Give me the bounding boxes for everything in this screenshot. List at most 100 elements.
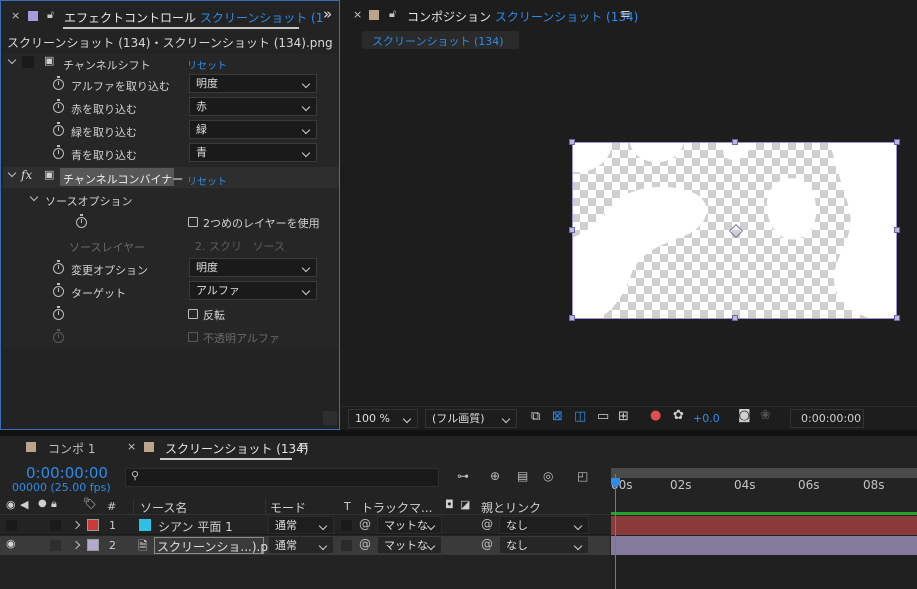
transform-handle[interactable] xyxy=(732,315,738,321)
preserve-transparency-box[interactable] xyxy=(341,540,352,551)
blend-mode-dropdown[interactable]: 通常 xyxy=(268,536,334,554)
stopwatch-icon[interactable] xyxy=(53,122,64,136)
change-option-dropdown[interactable]: 明度 xyxy=(189,258,317,277)
panel-overflow-icon[interactable]: » xyxy=(323,5,332,23)
current-time-display[interactable]: 0:00:00:00 xyxy=(26,464,108,482)
lock-icon[interactable]: 🔓︎ xyxy=(389,7,396,21)
col-track-matte[interactable]: トラックマ... xyxy=(361,499,432,516)
stopwatch-icon xyxy=(53,329,64,343)
red-source-dropdown[interactable]: 赤 xyxy=(189,97,317,116)
col-mode[interactable]: モード xyxy=(270,499,306,516)
motion-blur-icon[interactable]: ◎ xyxy=(543,469,553,483)
blend-mode-dropdown[interactable]: 通常 xyxy=(268,516,334,534)
transform-handle[interactable] xyxy=(569,139,575,145)
stopwatch-icon[interactable] xyxy=(76,214,87,228)
layer-duration-bar[interactable] xyxy=(611,536,917,555)
comp-mini-flowchart-icon[interactable]: ⊶ xyxy=(457,469,469,483)
visibility-toggle[interactable] xyxy=(6,520,17,531)
timeline-tab-screenshot[interactable]: スクリーンショット (134) xyxy=(165,440,308,457)
grid-guides-icon[interactable]: ⊞ xyxy=(618,409,629,424)
draft-3d-icon[interactable]: ⊕ xyxy=(490,469,500,483)
panel-menu-icon[interactable]: ≡ xyxy=(298,439,309,454)
stopwatch-icon[interactable] xyxy=(53,145,64,159)
panel-scrollbar[interactable] xyxy=(323,411,337,425)
layer-label-color[interactable] xyxy=(87,539,99,551)
graph-editor-icon[interactable]: ◰ xyxy=(577,469,588,483)
preserve-transparency-box[interactable] xyxy=(341,520,352,531)
layer-search-input[interactable] xyxy=(125,468,439,487)
transform-handle[interactable] xyxy=(569,227,575,233)
transform-handle[interactable] xyxy=(894,227,900,233)
exposure-value[interactable]: +0.0 xyxy=(693,412,720,425)
work-area-bar[interactable] xyxy=(611,468,917,478)
stopwatch-icon[interactable] xyxy=(53,260,64,274)
use-second-layer-checkbox[interactable] xyxy=(188,217,198,227)
pickwhip-icon[interactable]: @ xyxy=(359,537,371,551)
layer-label-color[interactable] xyxy=(87,519,99,531)
exposure-reset-icon[interactable]: ✿ xyxy=(673,408,684,423)
col-source-name[interactable]: ソース名 xyxy=(140,499,187,516)
target-dropdown[interactable]: アルファ xyxy=(189,281,317,300)
blue-source-dropdown[interactable]: 青 xyxy=(189,143,317,162)
audio-column-icon[interactable]: ◀ xyxy=(20,498,28,511)
visibility-column-icon[interactable]: ◉ xyxy=(6,498,16,511)
parent-pickwhip-icon[interactable]: @ xyxy=(481,537,493,551)
fx-toggle-box[interactable] xyxy=(22,56,34,68)
resolution-dropdown[interactable]: (フル画質) xyxy=(425,409,517,428)
comp-tab-title[interactable]: コンポジション スクリーンショット (134) xyxy=(407,8,638,25)
show-snapshot-icon[interactable]: ❀ xyxy=(760,408,771,423)
use-second-layer-label: 2つめのレイヤーを使用 xyxy=(203,217,320,230)
viewer-timecode: 0:00:00:00 xyxy=(801,412,862,425)
snapshot-camera-icon[interactable]: ◙ xyxy=(738,408,751,423)
frame-info: 00000 (25.00 fps) xyxy=(12,481,111,494)
solo-toggle[interactable] xyxy=(50,520,61,531)
alpha-source-dropdown[interactable]: 明度 xyxy=(189,74,317,93)
lock-column-icon[interactable]: 🔒︎ xyxy=(51,497,57,511)
label-column-icon[interactable]: 🏷︎ xyxy=(83,497,97,510)
fx-toggle[interactable]: fx xyxy=(21,168,32,182)
stopwatch-icon[interactable] xyxy=(53,306,64,320)
effect-tab-title[interactable]: エフェクトコントロール スクリーンショット (1 xyxy=(64,9,323,26)
channel-color-icon[interactable]: ● xyxy=(650,408,661,423)
transparency-grid-icon[interactable]: ⊠ xyxy=(552,409,563,424)
region-of-interest-icon[interactable]: ▭ xyxy=(597,409,609,424)
parent-dropdown[interactable]: なし xyxy=(499,516,589,534)
parent-dropdown[interactable]: なし xyxy=(499,536,589,554)
solo-column-icon[interactable]: ● xyxy=(38,498,47,509)
track-matte-dropdown[interactable]: マットな xyxy=(377,536,442,554)
col-parent-link[interactable]: 親とリンク xyxy=(481,499,541,516)
green-source-dropdown[interactable]: 緑 xyxy=(189,120,317,139)
timeline-tab-comp1[interactable]: コンポ 1 xyxy=(48,440,95,457)
ruler-tick: 08s xyxy=(863,478,885,492)
shy-layers-icon[interactable]: ▤ xyxy=(517,469,528,483)
solo-toggle[interactable] xyxy=(50,540,61,551)
channel-combiner-reset[interactable]: リセット xyxy=(187,173,227,188)
pickwhip-icon[interactable]: @ xyxy=(359,517,371,531)
mask-visibility-icon[interactable]: ◫ xyxy=(574,409,586,424)
effect-icon: ▣ xyxy=(44,168,55,181)
layer-duration-bar[interactable] xyxy=(611,516,917,535)
channel-shift-reset[interactable]: リセット xyxy=(187,57,227,72)
tab-close-icon[interactable]: × xyxy=(353,8,362,21)
parent-pickwhip-icon[interactable]: @ xyxy=(481,517,493,531)
stopwatch-icon[interactable] xyxy=(53,283,64,297)
zoom-dropdown[interactable]: 100 % xyxy=(348,409,418,428)
transform-handle[interactable] xyxy=(569,315,575,321)
snapshot-region-icon[interactable]: ⧉ xyxy=(531,409,540,424)
playhead-line[interactable] xyxy=(615,474,616,589)
layer-name[interactable]: シアン 平面 1 xyxy=(158,518,233,535)
track-matte-dropdown[interactable]: マットな xyxy=(377,516,442,534)
prop-label: 緑を取り込む xyxy=(71,126,137,139)
active-tab-underline xyxy=(63,27,299,29)
lock-icon[interactable]: 🔓︎ xyxy=(47,8,54,22)
transform-handle[interactable] xyxy=(894,315,900,321)
invert-checkbox[interactable] xyxy=(188,309,198,319)
transform-handle[interactable] xyxy=(894,139,900,145)
panel-menu-icon[interactable]: ≡ xyxy=(620,7,631,22)
stopwatch-icon[interactable] xyxy=(53,99,64,113)
stopwatch-icon[interactable] xyxy=(53,76,64,90)
tab-close-icon[interactable]: × xyxy=(127,440,136,453)
transform-handle[interactable] xyxy=(732,139,738,145)
visibility-eye-icon[interactable]: ◉ xyxy=(6,537,16,550)
tab-close-icon[interactable]: × xyxy=(11,9,20,22)
